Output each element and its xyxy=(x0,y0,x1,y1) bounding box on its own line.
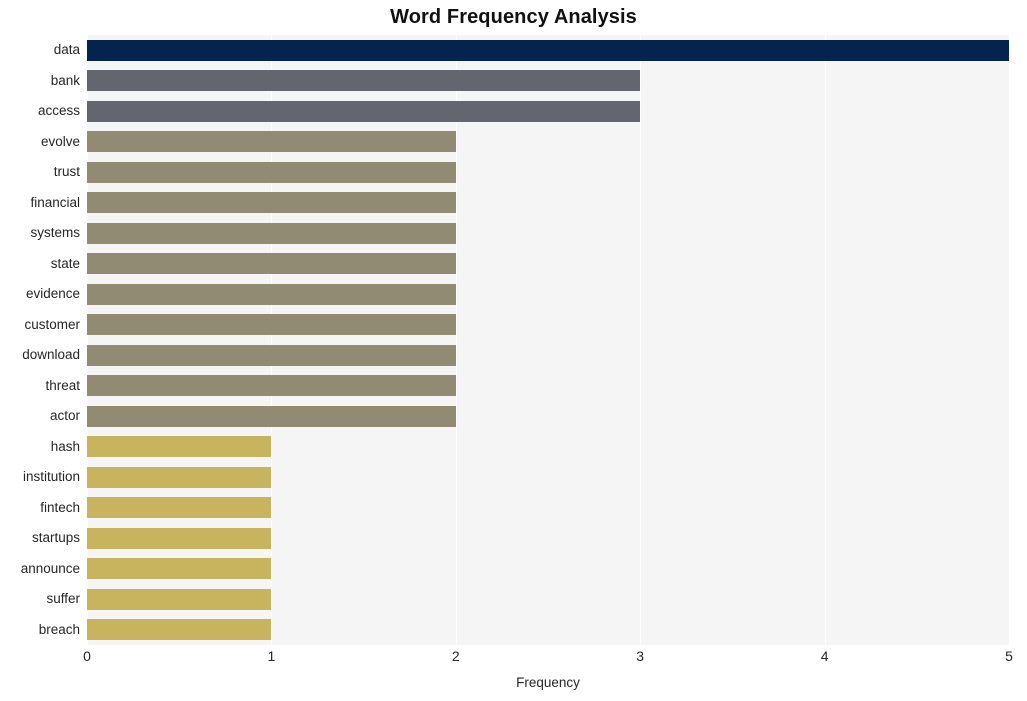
bar xyxy=(87,466,272,488)
y-axis-tick-label: institution xyxy=(22,469,80,485)
gridline-x-5 xyxy=(1009,35,1010,645)
bar xyxy=(87,588,272,610)
bar xyxy=(87,283,456,305)
y-axis-tick-label: data xyxy=(53,42,80,58)
y-axis-tick-label: suffer xyxy=(46,591,80,607)
bar xyxy=(87,192,456,214)
x-axis-tick-label: 2 xyxy=(451,648,460,664)
y-axis-tick-label: systems xyxy=(30,225,80,241)
bar xyxy=(87,497,272,519)
bar xyxy=(87,131,456,153)
bar xyxy=(87,161,456,183)
y-axis-tick-label: customer xyxy=(24,316,80,332)
y-axis-tick-label: actor xyxy=(49,408,80,424)
x-axis-tick-label: 3 xyxy=(636,648,645,664)
y-axis-tick-label: access xyxy=(37,103,80,119)
bar xyxy=(87,558,272,580)
bar xyxy=(87,100,641,122)
y-axis-tick-label: trust xyxy=(53,164,80,180)
y-axis-tick-label: evolve xyxy=(40,133,80,149)
bar xyxy=(87,253,456,275)
x-axis-title: Frequency xyxy=(516,675,580,690)
y-axis-tick-label: startups xyxy=(31,530,80,546)
bar xyxy=(87,436,272,458)
x-axis-tick-labels: 0 1 2 3 4 5 xyxy=(0,648,1027,672)
x-axis-tick-label: 4 xyxy=(820,648,829,664)
x-axis-tick-label: 1 xyxy=(267,648,276,664)
plot-area xyxy=(87,35,1010,645)
bar xyxy=(87,70,641,92)
y-axis-tick-label: state xyxy=(50,255,80,271)
chart-title: Word Frequency Analysis xyxy=(390,6,637,28)
bar xyxy=(87,405,456,427)
bar xyxy=(87,314,456,336)
y-axis-tick-label: hash xyxy=(50,438,80,454)
x-axis-tick-label: 5 xyxy=(1005,648,1013,664)
y-axis-tick-label: fintech xyxy=(40,499,80,515)
bar xyxy=(87,375,456,397)
y-axis-tick-label: breach xyxy=(38,621,80,637)
y-axis-tick-label: threat xyxy=(45,377,80,393)
y-axis-tick-label: announce xyxy=(20,560,80,576)
bar xyxy=(87,39,1009,61)
y-axis-tick-label: financial xyxy=(30,194,80,210)
y-axis-tick-label: download xyxy=(22,347,80,363)
y-axis-tick-label: bank xyxy=(50,72,80,88)
bar xyxy=(87,619,272,641)
bar xyxy=(87,344,456,366)
x-axis-tick-label: 0 xyxy=(83,648,91,664)
chart-figure: Word Frequency Analysis data bank access ev… xyxy=(0,0,1027,701)
y-axis-tick-labels: data bank access evolve trust financial system… xyxy=(0,35,80,645)
bar xyxy=(87,222,456,244)
bars-container xyxy=(87,35,1009,645)
y-axis-tick-label: evidence xyxy=(25,286,80,302)
bar xyxy=(87,527,272,549)
